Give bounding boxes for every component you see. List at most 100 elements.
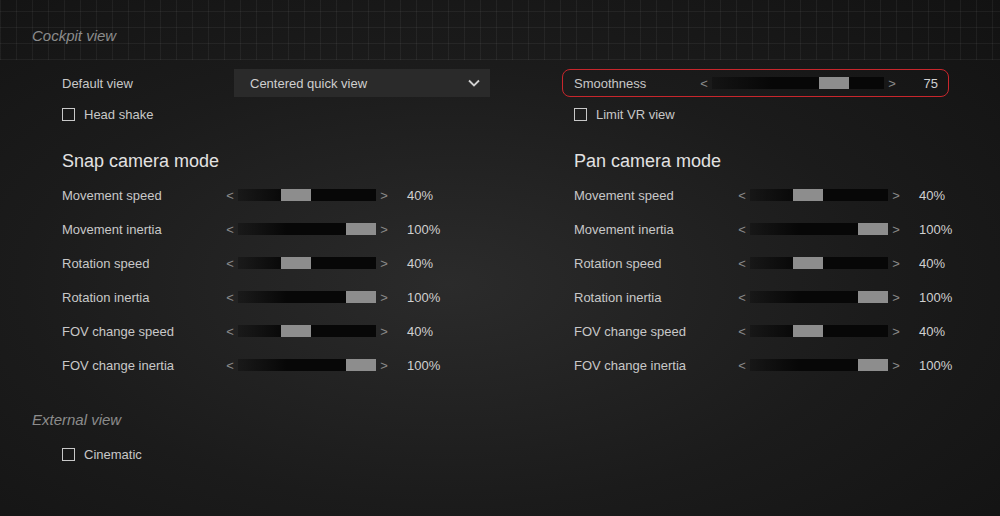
increase-button[interactable]: > [884, 76, 900, 91]
mode-title: Pan camera mode [574, 149, 964, 173]
slider-value: 100% [407, 358, 440, 373]
slider-value: 40% [919, 188, 945, 203]
slider-track[interactable] [238, 189, 376, 201]
slider-thumb[interactable] [346, 359, 376, 371]
decrease-button[interactable]: < [222, 290, 238, 305]
slider-thumb[interactable] [346, 291, 376, 303]
decrease-button[interactable]: < [734, 222, 750, 237]
increase-button[interactable]: > [888, 256, 904, 271]
decrease-button[interactable]: < [734, 188, 750, 203]
slider-label: Movement speed [574, 188, 734, 203]
decrease-button[interactable]: < [222, 324, 238, 339]
slider-row: Movement speed< >40% [574, 178, 964, 212]
increase-button[interactable]: > [888, 188, 904, 203]
slider-row: Movement speed<>40% [62, 178, 512, 212]
slider-value: 100% [407, 222, 440, 237]
slider-thumb[interactable] [793, 325, 823, 337]
slider-label: Smoothness [574, 76, 696, 91]
slider-row: Rotation inertia<>100% [574, 280, 964, 314]
increase-button[interactable]: > [888, 358, 904, 373]
camera-mode-group: Pan camera modeMovement speed<>40%Moveme… [574, 149, 964, 382]
decrease-button[interactable]: < [734, 358, 750, 373]
decrease-button[interactable]: < [222, 358, 238, 373]
slider-value: 100% [919, 358, 952, 373]
decrease-button[interactable]: < [734, 324, 750, 339]
checkbox-row[interactable]: Cinematic [62, 444, 1000, 464]
external-view-section: Cinematic [32, 444, 1000, 464]
checkbox[interactable] [62, 108, 75, 121]
slider-thumb[interactable] [793, 257, 823, 269]
increase-button[interactable]: > [888, 222, 904, 237]
slider-label: FOV change speed [574, 324, 734, 339]
slider-value: 40% [407, 324, 433, 339]
slider-thumb[interactable] [281, 257, 311, 269]
increase-button[interactable]: > [376, 222, 392, 237]
increase-button[interactable]: > [376, 290, 392, 305]
increase-button[interactable]: > [376, 358, 392, 373]
checkbox[interactable] [62, 448, 75, 461]
slider-track[interactable] [750, 325, 888, 337]
decrease-button[interactable]: < [222, 256, 238, 271]
slider-label: FOV change inertia [574, 358, 734, 373]
slider-track[interactable] [750, 359, 888, 371]
slider-value: 40% [919, 324, 945, 339]
slider-thumb[interactable] [858, 359, 888, 371]
slider-row: FOV change speed< >40% [62, 314, 512, 348]
slider-value: 40% [919, 256, 945, 271]
slider-thumb[interactable] [281, 325, 311, 337]
decrease-button[interactable]: < [734, 256, 750, 271]
slider-track[interactable] [750, 291, 888, 303]
slider-value: 40% [407, 256, 433, 271]
increase-button[interactable]: > [888, 324, 904, 339]
slider-row: Movement inertia<>100% [62, 212, 512, 246]
decrease-button[interactable]: < [696, 76, 712, 91]
decrease-button[interactable]: < [734, 290, 750, 305]
slider-thumb[interactable] [858, 223, 888, 235]
slider-label: FOV change speed [62, 324, 222, 339]
slider-row: Rotation inertia< >100% [62, 280, 512, 314]
slider-value: 100% [407, 290, 440, 305]
slider-track[interactable] [238, 359, 376, 371]
slider-track[interactable] [238, 257, 376, 269]
slider-track[interactable] [750, 223, 888, 235]
increase-button[interactable]: > [376, 188, 392, 203]
checkbox[interactable] [574, 108, 587, 121]
slider-track[interactable] [238, 325, 376, 337]
decrease-button[interactable]: < [222, 188, 238, 203]
slider-label: Rotation inertia [62, 290, 222, 305]
decrease-button[interactable]: < [222, 222, 238, 237]
slider-thumb[interactable] [858, 291, 888, 303]
slider-thumb[interactable] [819, 77, 849, 89]
default-view-row: Default view Centered quick view [62, 69, 512, 97]
slider-value: 75 [900, 76, 938, 91]
slider-track[interactable] [712, 77, 884, 89]
increase-button[interactable]: > [376, 256, 392, 271]
slider-thumb[interactable] [346, 223, 376, 235]
slider-track[interactable] [238, 223, 376, 235]
slider-track[interactable] [238, 291, 376, 303]
checkbox-row[interactable]: Limit VR view [574, 104, 964, 124]
settings-column: Smoothness<>75Limit VR viewPan camera mo… [574, 69, 964, 382]
smoothness-slider: Smoothness< >75 [562, 69, 949, 97]
slider-value: 100% [919, 222, 952, 237]
chevron-down-icon [468, 79, 480, 87]
slider-value: 40% [407, 188, 433, 203]
slider-row: Movement inertia<>100% [574, 212, 964, 246]
slider-label: Rotation speed [574, 256, 734, 271]
slider-row: Rotation speed<>40% [62, 246, 512, 280]
default-view-label: Default view [62, 76, 234, 91]
settings-screen: Cockpit view Default view Centered quick v… [0, 0, 1000, 516]
increase-button[interactable]: > [376, 324, 392, 339]
default-view-dropdown[interactable]: Centered quick view [234, 69, 490, 97]
slider-track[interactable] [750, 257, 888, 269]
slider-row: Rotation speed< >40% [574, 246, 964, 280]
dropdown-value: Centered quick view [250, 76, 367, 91]
slider-track[interactable] [750, 189, 888, 201]
checkbox-label: Limit VR view [596, 107, 675, 122]
increase-button[interactable]: > [888, 290, 904, 305]
section-title: Cockpit view [32, 26, 1000, 46]
slider-thumb[interactable] [281, 189, 311, 201]
slider-thumb[interactable] [793, 189, 823, 201]
checkbox-row[interactable]: Head shake [62, 104, 512, 124]
cockpit-view-section: Default view Centered quick view Head shak… [32, 69, 1000, 382]
